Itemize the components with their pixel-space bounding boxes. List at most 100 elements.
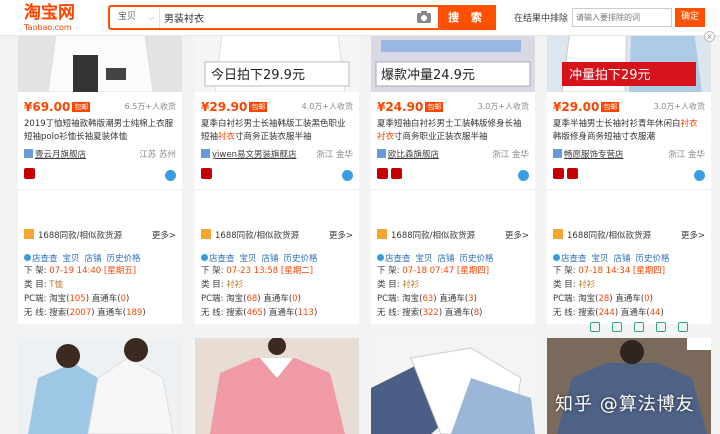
taobao-label: 淘宝(	[578, 294, 599, 304]
store-link[interactable]: 店铺	[85, 254, 102, 264]
exclude-ok-button[interactable]: 确定	[675, 8, 705, 27]
product-card-4[interactable]: 冲量拍下29元 ¥29.00 包邮 3.0万+人收货 夏季半袖男士长袖衬衫青年休闲…	[547, 0, 711, 324]
pc-row: PC端: 淘宝(68) 直通车(0)	[201, 292, 353, 304]
wangwang-icon[interactable]	[165, 170, 176, 181]
price-history-link[interactable]: 历史价格	[284, 254, 318, 264]
item-link[interactable]: 宝贝	[240, 254, 257, 264]
similar-source-label: 1688同款/相似款货源	[215, 231, 299, 241]
ztc-label: 直通车(	[91, 294, 121, 304]
more-link[interactable]: 更多>	[681, 229, 705, 241]
title-highlight: 衬衣	[680, 119, 698, 129]
shop-link[interactable]: 欧比森旗舰店	[388, 150, 439, 160]
close-icon[interactable]: ×	[704, 31, 715, 42]
search-type-select[interactable]: 宝贝 ⌵	[110, 7, 160, 28]
shop-link[interactable]: 壹云月旗舰店	[35, 150, 86, 160]
expand-icon[interactable]	[612, 322, 622, 332]
product-card-6[interactable]	[195, 338, 359, 434]
shop-check-link[interactable]: 店查查	[553, 254, 587, 264]
product-image[interactable]	[195, 338, 359, 434]
product-image[interactable]	[18, 338, 182, 434]
product-card-7[interactable]	[371, 338, 535, 434]
shop-check-link[interactable]: 店查查	[24, 254, 58, 264]
price-row: ¥69.00 包邮 6.5万+人收货	[24, 100, 176, 114]
similar-source-row[interactable]: 1688同款/相似款货源 更多>	[553, 229, 705, 241]
wx-search: 465	[246, 308, 263, 318]
search-input[interactable]	[164, 9, 414, 26]
more-link[interactable]: 更多>	[152, 229, 176, 241]
divider	[371, 189, 535, 190]
shop-check-link[interactable]: 店查查	[201, 254, 235, 264]
title-part-1: 2019丁恤	[24, 119, 63, 129]
category-label: 类 目:	[377, 280, 400, 290]
wx-ztc: 189	[126, 308, 143, 318]
store-link[interactable]: 店铺	[614, 254, 631, 264]
product-image[interactable]	[371, 338, 535, 434]
product-card-2[interactable]: 今日拍下29.9元 ¥29.90 包邮 4.0万+人收货 夏季白衬衫男士长袖韩版工…	[195, 0, 359, 324]
exclude-input[interactable]	[572, 8, 672, 27]
product-card-8[interactable]	[547, 338, 711, 434]
wangwang-icon[interactable]	[342, 170, 353, 181]
price-history-link[interactable]: 历史价格	[107, 254, 141, 264]
category-label: 类 目:	[24, 280, 47, 290]
check-icon	[553, 254, 560, 261]
similar-source-row[interactable]: 1688同款/相似款货源 更多>	[24, 229, 176, 241]
pc-label: PC端:	[377, 294, 400, 304]
price: ¥29.00	[553, 100, 600, 114]
title-highlight: 衬衣	[218, 132, 236, 142]
product-card-3[interactable]: 爆款冲量24.9元 ¥24.90 包邮 3.0万+人收货 夏季短袖白衬衫男士工装韩…	[371, 0, 535, 324]
product-title[interactable]: 2019丁恤短袖款韩版潮男士纯棉上衣服 短袖polo衫恤长袖夏装体恤	[24, 118, 176, 144]
copy-icon[interactable]	[590, 322, 600, 332]
wangwang-icon[interactable]	[694, 170, 705, 181]
more-link[interactable]: 更多>	[505, 229, 529, 241]
shop-check-link[interactable]: 店查查	[377, 254, 411, 264]
save-icon[interactable]	[634, 322, 644, 332]
sales-count: 4.0万+人收货	[301, 102, 353, 111]
item-link[interactable]: 宝贝	[63, 254, 80, 264]
settings-icon[interactable]	[678, 322, 688, 332]
share-icon[interactable]	[656, 322, 666, 332]
paren: )	[85, 294, 90, 304]
ztc-label: 直通车(	[263, 294, 293, 304]
similar-source-row[interactable]: 1688同款/相似款货源 更多>	[201, 229, 353, 241]
similar-source-label: 1688同款/相似款货源	[38, 231, 122, 241]
taobao-logo[interactable]: 淘宝网 Taobao.com	[24, 3, 94, 32]
badges	[24, 168, 176, 182]
category-row: 类 目: 衬衫	[201, 278, 353, 290]
watermark: 知乎 @算法博友	[555, 394, 695, 415]
product-card-1[interactable]: ¥69.00 包邮 6.5万+人收货 2019丁恤短袖款韩版潮男士纯棉上衣服 短袖…	[18, 0, 182, 324]
category-row: 类 目: 衬衫	[553, 278, 705, 290]
product-title[interactable]: 夏季短袖白衬衫男士工装韩版修身长袖衬衣寸商务职业正装衣服半袖	[377, 118, 529, 144]
store-link[interactable]: 店铺	[438, 254, 455, 264]
search-button[interactable]: 搜 索	[438, 5, 496, 30]
down-label: 下 架:	[377, 266, 400, 276]
shop-link[interactable]: 畅愿服饰专营店	[564, 150, 624, 160]
shop-row: 畅愿服饰专营店 浙江 金华	[553, 148, 705, 160]
source-icon	[553, 229, 563, 239]
down-time: 07-18 07:47	[402, 266, 455, 276]
pc-taobao: 63	[422, 294, 434, 304]
item-link[interactable]: 宝贝	[592, 254, 609, 264]
product-title[interactable]: 夏季白衬衫男士长袖韩版工装黑色职业短袖衬衣寸商务正装衣服半袖	[201, 118, 353, 144]
category-row: 类 目: 衬衫	[377, 278, 529, 290]
badges	[553, 168, 705, 182]
product-image[interactable]	[547, 338, 711, 434]
camera-icon[interactable]	[416, 10, 432, 24]
price-history-link[interactable]: 历史价格	[460, 254, 494, 264]
wangwang-icon[interactable]	[518, 170, 529, 181]
ztc-label: 直通车(	[268, 308, 298, 318]
paren: )	[649, 294, 653, 304]
similar-source-row[interactable]: 1688同款/相似款货源 更多>	[377, 229, 529, 241]
price-history-link[interactable]: 历史价格	[636, 254, 670, 264]
price-row: ¥29.00 包邮 3.0万+人收货	[553, 100, 705, 114]
category-value: 衬衫	[578, 280, 596, 290]
product-title[interactable]: 夏季半袖男士长袖衬衫青年休闲白衬衣韩版修身商务短袖寸衣服潮	[553, 118, 705, 144]
more-link[interactable]: 更多>	[329, 229, 353, 241]
weekday: [星期四]	[632, 266, 666, 276]
price: ¥69.00	[24, 100, 71, 114]
store-link[interactable]: 店铺	[262, 254, 279, 264]
paren: )	[438, 308, 443, 318]
paren: )	[91, 308, 95, 318]
shop-link[interactable]: yiwen易文男装旗舰店	[212, 150, 296, 160]
product-card-5[interactable]	[18, 338, 182, 434]
item-link[interactable]: 宝贝	[416, 254, 433, 264]
